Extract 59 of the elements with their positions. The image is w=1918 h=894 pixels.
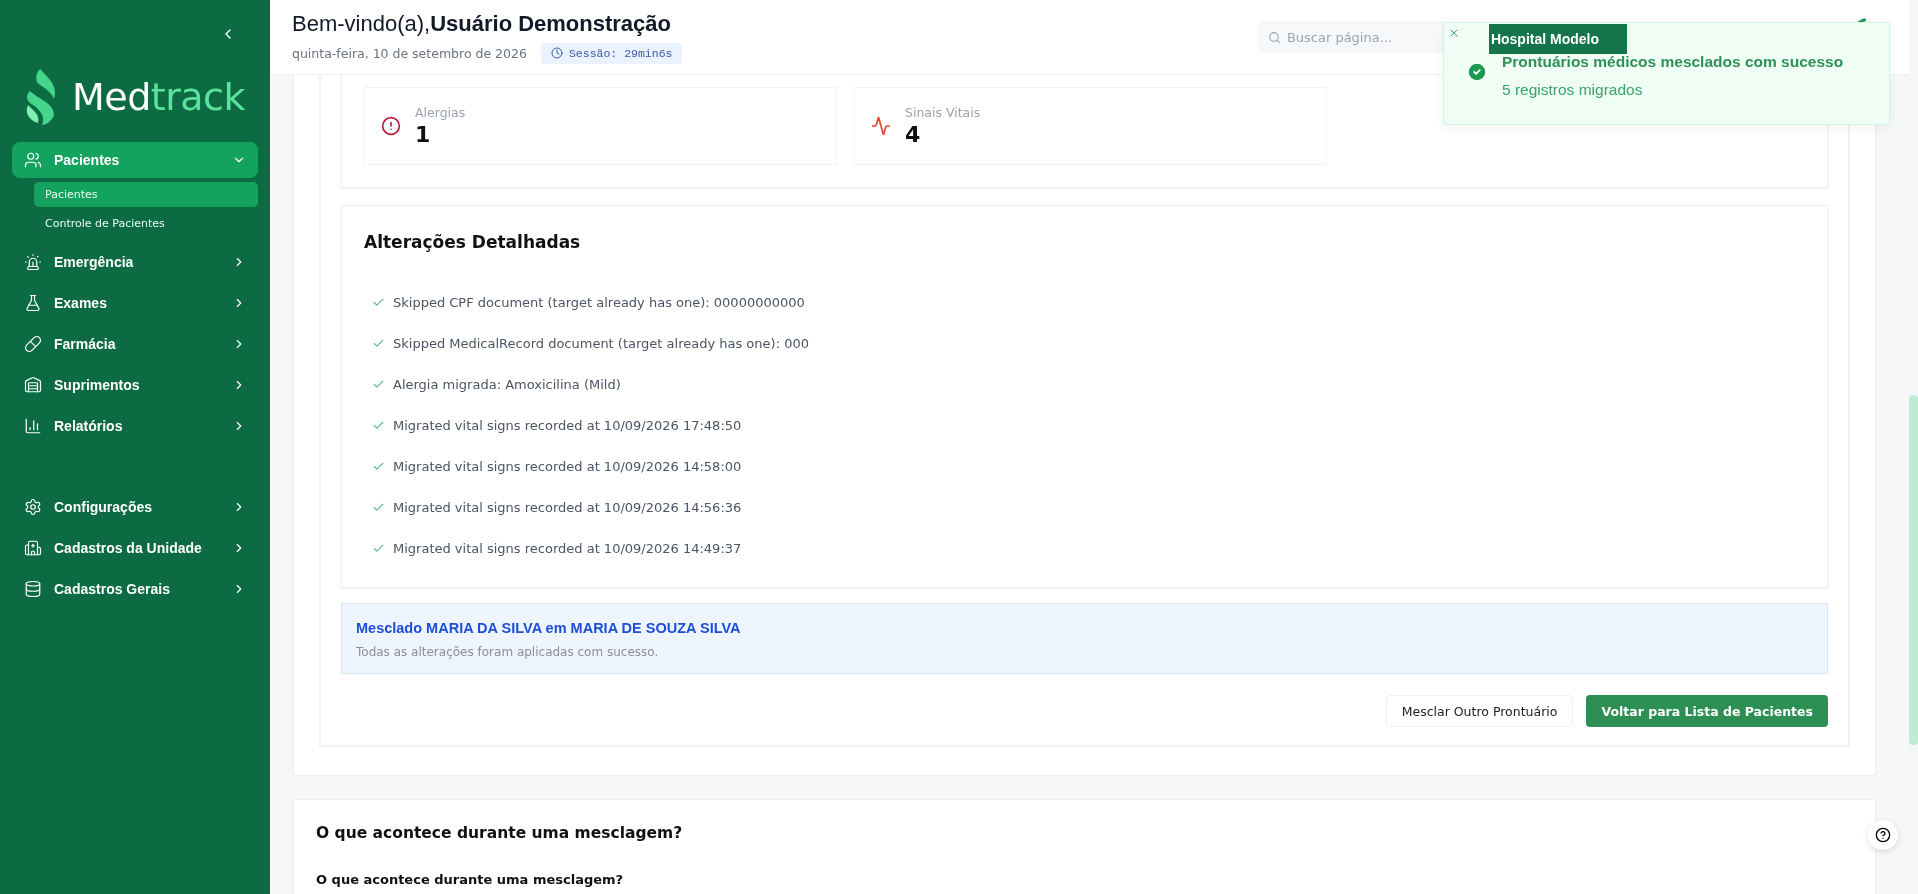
alert-icon [381, 116, 401, 136]
info-title: O que acontece durante uma mesclagem? [316, 824, 684, 842]
menu-item-icon [24, 417, 42, 435]
check-icon [372, 542, 385, 555]
menu-item-icon [24, 539, 42, 557]
stat-value: 1 [415, 122, 432, 147]
sidebar-item[interactable]: Emergência [12, 244, 258, 280]
success-icon [1466, 61, 1488, 83]
clock-icon [550, 47, 563, 59]
info-subtitle: O que acontece durante uma mesclagem? [316, 872, 625, 887]
change-text: Migrated vital signs recorded at 10/09/2026 14:49:37 [393, 541, 742, 556]
check-icon [372, 296, 385, 309]
welcome-title: Bem-vindo(a),Usuário Demonstração [292, 10, 672, 37]
menu-item-icon [24, 580, 42, 598]
back-button[interactable]: Voltar para Lista de Pacientes [1586, 695, 1828, 727]
change-text: Alergia migrada: Amoxicilina (Mild) [393, 377, 621, 392]
scrollbar-thumb[interactable] [1909, 395, 1918, 745]
stat-label: Sinais Vitais [905, 105, 981, 120]
sidebar-item[interactable]: Relatórios [12, 408, 258, 444]
help-button[interactable] [1868, 820, 1898, 850]
stat-label: Alergias [415, 105, 466, 120]
sidebar-item[interactable]: Suprimentos [12, 367, 258, 403]
toast-title: Prontuários médicos mesclados com sucesso [1502, 53, 1844, 71]
change-text: Migrated vital signs recorded at 10/09/2026 14:56:36 [393, 500, 742, 515]
unit-label: Hospital Modelo [1488, 24, 1627, 54]
menu-item-icon [24, 253, 42, 271]
session-badge: Sessão: 29min6s [540, 42, 683, 64]
sidebar-item[interactable]: Farmácia [12, 326, 258, 362]
menu-item-icon [24, 335, 42, 353]
sidebar-item[interactable]: Exames [12, 285, 258, 321]
section-title: Alterações Detalhadas [364, 232, 582, 252]
check-icon [372, 337, 385, 350]
change-text: Skipped MedicalRecord document (target already has one): 000 [393, 336, 809, 351]
merge-another-button[interactable]: Mesclar Outro Prontuário [1385, 695, 1574, 727]
sidebar-item[interactable]: Cadastros Gerais [12, 571, 258, 607]
check-icon [372, 419, 385, 432]
close-button[interactable] [1448, 27, 1460, 39]
result-title: Mesclado MARIA DA SILVA em MARIA DE SOUZA SILVA [356, 620, 742, 636]
logo-text: Medtrack [72, 75, 245, 119]
change-text: Skipped CPF document (target already has one): 00000000000 [393, 295, 805, 310]
pulse-icon [871, 116, 891, 136]
menu-item-icon [24, 376, 42, 394]
check-icon [372, 501, 385, 514]
menu-item-icon [24, 294, 42, 312]
check-icon [372, 460, 385, 473]
menu-item-icon [24, 498, 42, 516]
menu-item-icon [24, 151, 42, 169]
sidebar-item[interactable]: Cadastros da Unidade [12, 530, 258, 566]
stat-value: 4 [905, 122, 922, 147]
sidebar-item[interactable]: Configurações [12, 489, 258, 525]
check-icon [372, 378, 385, 391]
change-text: Migrated vital signs recorded at 10/09/2026 14:58:00 [393, 459, 742, 474]
toast-message: 5 registros migrados [1502, 81, 1644, 99]
result-message: Todas as alterações foram aplicadas com sucesso. [356, 645, 660, 659]
sidebar-subitem[interactable]: Controle de Pacientes [34, 211, 258, 236]
date-text: quinta-feira, 10 de setembro de 2026 [292, 45, 527, 61]
search-icon [1267, 30, 1281, 44]
help-icon [1875, 827, 1891, 843]
change-text: Migrated vital signs recorded at 10/09/2026 17:48:50 [393, 418, 742, 433]
